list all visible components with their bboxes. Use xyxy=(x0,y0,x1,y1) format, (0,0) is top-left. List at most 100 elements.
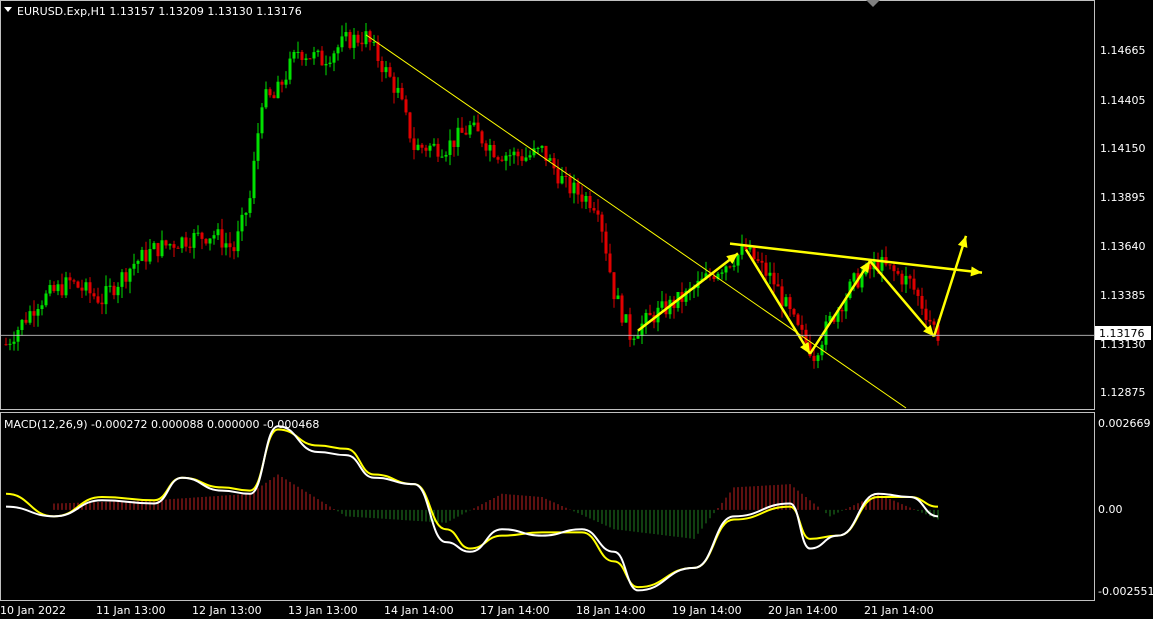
candle-body xyxy=(764,262,768,276)
candle-body xyxy=(236,231,240,252)
candle-body xyxy=(644,312,648,324)
candle-body xyxy=(156,243,160,257)
candle-body xyxy=(208,238,212,244)
candle-body xyxy=(200,232,204,239)
price-label: 1.14405 xyxy=(1100,94,1146,107)
candle-body xyxy=(16,329,20,342)
candle-body xyxy=(452,140,456,147)
candle-body xyxy=(96,296,100,303)
candle-body xyxy=(20,319,24,330)
candle-body xyxy=(472,122,476,126)
candle-body xyxy=(728,266,732,268)
candle-body xyxy=(4,344,8,346)
candle-body xyxy=(432,143,436,146)
candle-body xyxy=(28,311,32,323)
candle-body xyxy=(128,268,132,282)
candle-body xyxy=(308,58,312,60)
chart-window[interactable]: EURUSD.Exp,H1 1.13157 1.13209 1.13130 1.… xyxy=(0,0,1153,619)
candle-body xyxy=(804,329,808,343)
candle-body xyxy=(388,67,392,77)
price-label: 1.14665 xyxy=(1100,44,1146,57)
candle-body xyxy=(416,144,420,150)
candle-body xyxy=(180,237,184,249)
candle-body xyxy=(184,237,188,247)
candle-body xyxy=(620,295,624,323)
candle-body xyxy=(24,319,28,323)
candle-body xyxy=(76,281,80,288)
time-label: 11 Jan 13:00 xyxy=(96,604,166,617)
candle-body xyxy=(384,67,388,73)
candle-body xyxy=(292,52,296,59)
candle-body xyxy=(276,81,280,99)
price-pane[interactable] xyxy=(0,0,1095,410)
candle-body xyxy=(908,275,912,279)
candle-body xyxy=(780,286,784,307)
candle-body xyxy=(520,156,524,161)
candle-body xyxy=(580,194,584,202)
candle-body xyxy=(440,156,444,158)
candle-body xyxy=(300,51,304,60)
candle-body xyxy=(36,308,40,316)
candle-body xyxy=(64,277,68,296)
candle-body xyxy=(736,254,740,266)
candle-body xyxy=(772,272,776,285)
candle-body xyxy=(588,196,592,209)
candle-body xyxy=(104,286,108,305)
candle-body xyxy=(56,284,60,292)
candle-body xyxy=(364,31,368,45)
macd-label: 0.002669 xyxy=(1098,417,1151,430)
time-label: 17 Jan 14:00 xyxy=(480,604,550,617)
candle-body xyxy=(120,272,124,287)
candle-body xyxy=(196,232,200,234)
candle-body xyxy=(144,249,148,262)
candle-body xyxy=(928,319,932,322)
candle-body xyxy=(400,87,404,100)
candle-body xyxy=(436,143,440,157)
candle-body xyxy=(44,293,48,306)
price-label: 1.14150 xyxy=(1100,142,1146,155)
candle-body xyxy=(336,47,340,54)
candle-body xyxy=(108,285,112,287)
candle-body xyxy=(512,151,516,156)
candle-body xyxy=(484,143,488,151)
candle-body xyxy=(524,157,528,161)
candle-body xyxy=(556,168,560,184)
candle-body xyxy=(816,355,820,361)
candle-body xyxy=(796,314,800,325)
macd-pane[interactable] xyxy=(0,412,1095,601)
candle-body xyxy=(92,293,96,297)
candle-body xyxy=(540,145,544,148)
candle-body xyxy=(52,285,56,292)
candle-body xyxy=(792,309,796,315)
candle-body xyxy=(476,122,480,132)
candle-body xyxy=(904,275,908,285)
candle-body xyxy=(324,63,328,66)
candle-body xyxy=(916,289,920,296)
candle-body xyxy=(376,41,380,62)
price-axis: 1.14665 1.14405 1.14150 1.13895 1.13640 … xyxy=(1100,44,1146,399)
candle-body xyxy=(172,244,176,248)
candle-body xyxy=(932,321,936,325)
candle-body xyxy=(136,260,140,264)
candle-body xyxy=(212,235,216,239)
candle-body xyxy=(268,89,272,96)
candle-body xyxy=(248,198,252,213)
candle-body xyxy=(220,229,224,248)
candle-body xyxy=(68,277,72,281)
candle-body xyxy=(164,240,168,246)
candle-body xyxy=(448,140,452,155)
candle-body xyxy=(536,147,540,149)
candle-body xyxy=(360,42,364,45)
candle-body xyxy=(564,175,568,177)
candle-body xyxy=(628,314,632,340)
candle-body xyxy=(408,112,412,139)
candle-body xyxy=(132,263,136,269)
candle-body xyxy=(380,61,384,73)
candle-body xyxy=(776,284,780,287)
candle-body xyxy=(140,249,144,261)
candle-body xyxy=(232,247,236,252)
candle-body xyxy=(480,131,484,144)
candle-body xyxy=(880,257,884,271)
candle-body xyxy=(824,321,828,345)
candle-body xyxy=(616,295,620,300)
